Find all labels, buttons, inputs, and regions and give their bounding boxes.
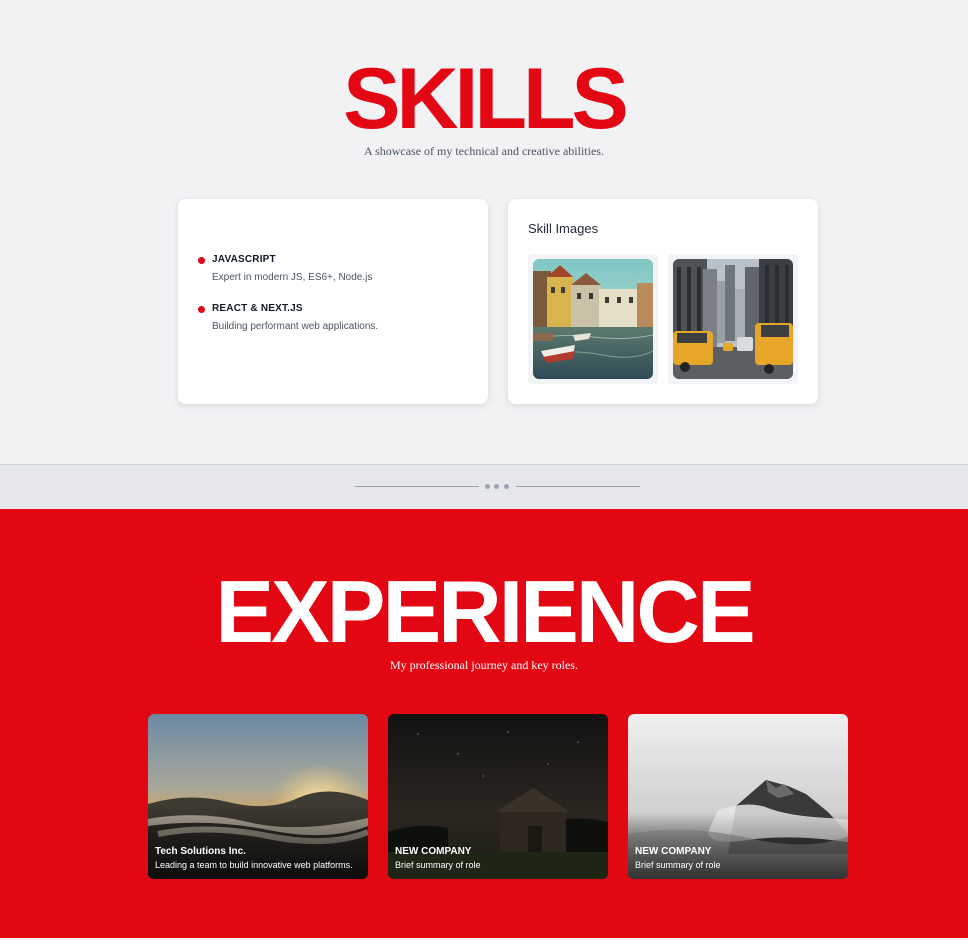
- divider-dot-icon: [494, 484, 499, 489]
- experience-card-new-company-1[interactable]: NEW COMPANY Brief summary of role: [388, 714, 608, 879]
- skills-section: SKILLS A showcase of my technical and cr…: [0, 0, 968, 464]
- experience-role: Brief summary of role: [395, 860, 481, 870]
- divider-line: [516, 486, 640, 487]
- skill-images-card: Skill Images: [508, 199, 818, 404]
- skill-name: JAVASCRIPT: [212, 254, 276, 265]
- skill-images-title: Skill Images: [528, 221, 599, 236]
- experience-company: NEW COMPANY: [635, 846, 712, 857]
- skill-image-tile[interactable]: [668, 254, 798, 384]
- experience-title: EXPERIENCE: [215, 562, 755, 661]
- skill-description: Expert in modern JS, ES6+, Node.js: [212, 272, 373, 283]
- section-divider: [0, 464, 968, 509]
- skill-image-tile[interactable]: [528, 254, 658, 384]
- skill-name: REACT & NEXT.JS: [212, 303, 303, 314]
- skills-title: SKILLS: [343, 51, 629, 147]
- bullet-icon: [198, 257, 205, 264]
- canal-town-photo: [533, 259, 653, 379]
- bullet-icon: [198, 306, 205, 313]
- experience-card-tech-solutions[interactable]: Tech Solutions Inc. Leading a team to bu…: [148, 714, 368, 879]
- skill-description: Building performant web applications.: [212, 321, 379, 332]
- divider-dot-icon: [504, 484, 509, 489]
- skills-subtitle: A showcase of my technical and creative …: [364, 144, 604, 158]
- experience-company: NEW COMPANY: [395, 846, 472, 857]
- experience-card-new-company-2[interactable]: NEW COMPANY Brief summary of role: [628, 714, 848, 879]
- city-street-taxis-photo: [673, 259, 793, 379]
- divider-dot-icon: [485, 484, 490, 489]
- experience-company: Tech Solutions Inc.: [155, 846, 246, 857]
- skills-list-card: JAVASCRIPT Expert in modern JS, ES6+, No…: [178, 199, 488, 404]
- experience-role: Brief summary of role: [635, 860, 721, 870]
- divider-line: [355, 486, 479, 487]
- experience-subtitle: My professional journey and key roles.: [390, 658, 578, 672]
- experience-role: Leading a team to build innovative web p…: [155, 860, 353, 870]
- experience-section: EXPERIENCE My professional journey and k…: [0, 509, 968, 940]
